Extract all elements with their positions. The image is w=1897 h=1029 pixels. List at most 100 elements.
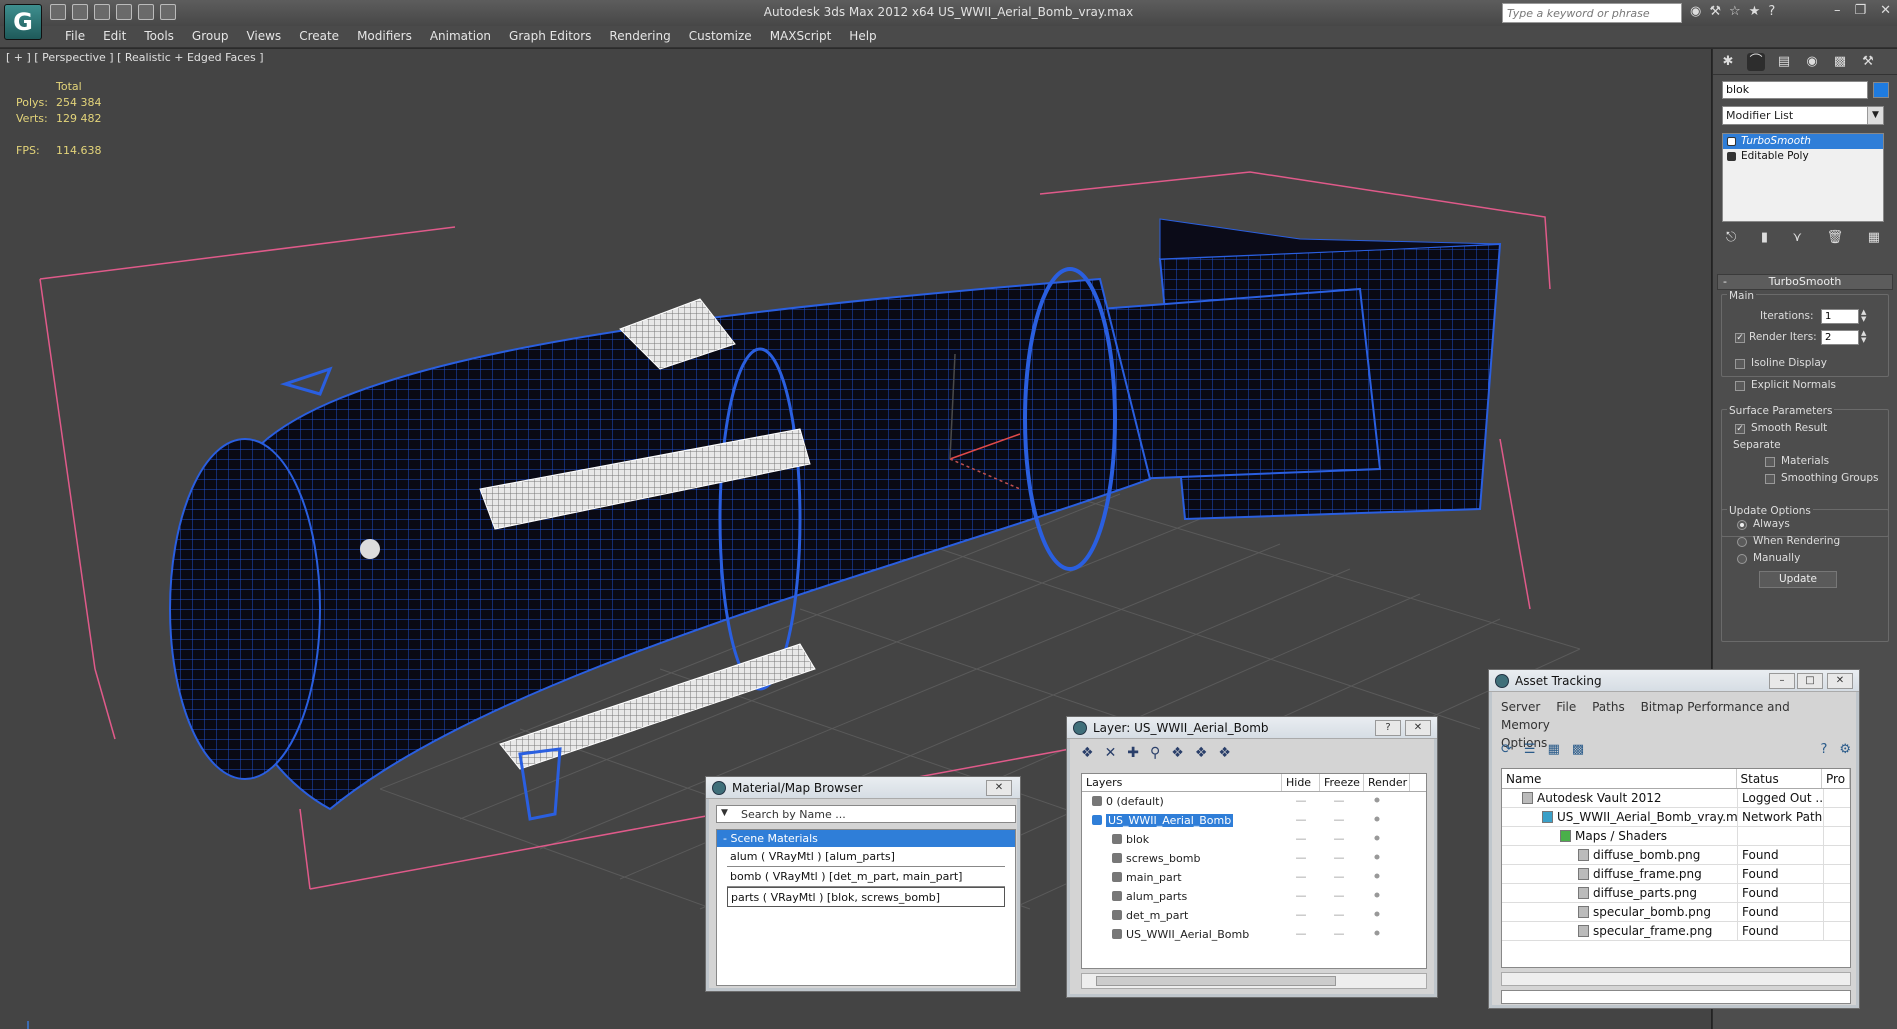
wrench-icon[interactable]: ⚒ — [1709, 4, 1721, 19]
search-input[interactable]: Type a keyword or phrase — [1502, 3, 1682, 23]
menu-server[interactable]: Server — [1501, 700, 1540, 714]
chevron-down-icon[interactable]: ▼ — [1867, 107, 1883, 124]
teapot-icon[interactable]: ⚫ — [1358, 925, 1396, 944]
create-layer-icon[interactable]: ❖ — [1081, 745, 1094, 761]
freeze-toggle[interactable]: — — [1320, 887, 1358, 906]
app-logo[interactable]: G — [4, 4, 42, 40]
help-icon[interactable]: ? — [1375, 720, 1401, 736]
close-icon[interactable]: ✕ — [986, 780, 1012, 796]
menu-file[interactable]: File — [1556, 700, 1576, 714]
layer-row[interactable]: screws_bomb — — ⚫ — [1082, 849, 1426, 868]
menu-tools[interactable]: Tools — [135, 29, 183, 43]
satellite-icon[interactable]: ☆ — [1729, 4, 1741, 19]
thumbnail-view-icon[interactable]: ▦ — [1548, 742, 1560, 764]
expand-icon[interactable] — [1727, 152, 1736, 161]
hide-toggle[interactable]: — — [1282, 830, 1320, 849]
utilities-tab-icon[interactable]: ⚒ — [1859, 53, 1877, 71]
asset-path-field[interactable] — [1501, 990, 1851, 1004]
select-objects-icon[interactable]: ⚲ — [1150, 745, 1160, 761]
help-icon[interactable]: ? — [1820, 742, 1827, 764]
menu-animation[interactable]: Animation — [421, 29, 500, 43]
smoothing-groups-checkbox[interactable] — [1765, 474, 1775, 484]
teapot-icon[interactable]: ⚫ — [1358, 849, 1396, 868]
table-view-icon[interactable]: ▩ — [1572, 742, 1584, 764]
stack-item-turbosmooth[interactable]: TurboSmooth — [1723, 134, 1883, 149]
layer-row[interactable]: 0 (default) — — ⚫ — [1082, 792, 1426, 811]
pin-stack-icon[interactable]: ⎋ — [1726, 230, 1736, 250]
menu-create[interactable]: Create — [290, 29, 348, 43]
modify-tab-icon[interactable]: ⌒ — [1747, 53, 1765, 71]
object-name-field[interactable]: blok — [1722, 81, 1868, 99]
menu-paths[interactable]: Paths — [1592, 700, 1625, 714]
scrollbar-thumb[interactable] — [1096, 976, 1336, 986]
asset-row[interactable]: specular_frame.png Found — [1502, 922, 1850, 941]
hide-toggle[interactable]: — — [1282, 887, 1320, 906]
menu-bitmap-performance[interactable]: Bitmap Performance and Memory — [1501, 700, 1790, 732]
layer-row[interactable]: US_WWII_Aerial_Bomb — — ⚫ — [1082, 811, 1426, 830]
render-iters-spinner[interactable]: 2 — [1821, 330, 1859, 345]
layer-row[interactable]: det_m_part — — ⚫ — [1082, 906, 1426, 925]
settings-icon[interactable]: ⚙ — [1839, 742, 1851, 764]
menu-file[interactable]: File — [56, 29, 94, 43]
asset-row[interactable]: Autodesk Vault 2012 Logged Out ... — [1502, 789, 1850, 808]
material-item-alum[interactable]: alum ( VRayMtl ) [alum_parts] — [727, 847, 1005, 867]
column-hide[interactable]: Hide — [1282, 774, 1320, 791]
refresh-icon[interactable]: ⟳ — [1501, 742, 1512, 764]
layer-row[interactable]: alum_parts — — ⚫ — [1082, 887, 1426, 906]
teapot-icon[interactable]: ⚫ — [1358, 868, 1396, 887]
dialog-title-bar[interactable]: Asset Tracking – □ ✕ — [1489, 670, 1859, 692]
menu-edit[interactable]: Edit — [94, 29, 135, 43]
asset-row[interactable]: US_WWII_Aerial_Bomb_vray.max Network Pat… — [1502, 808, 1850, 827]
iterations-spinner[interactable]: 1 — [1821, 309, 1859, 324]
maximize-icon[interactable]: □ — [1797, 673, 1823, 689]
freeze-toggle[interactable]: — — [1320, 811, 1358, 830]
freeze-toggle[interactable]: — — [1320, 925, 1358, 944]
help-icon[interactable]: ? — [1768, 4, 1775, 19]
menu-group[interactable]: Group — [183, 29, 238, 43]
spinner-arrows-icon[interactable]: ▲ ▼ — [1861, 309, 1869, 324]
material-item-bomb[interactable]: bomb ( VRayMtl ) [det_m_part, main_part] — [727, 867, 1005, 887]
viewport-label[interactable]: [ + ] [ Perspective ] [ Realistic + Edge… — [6, 51, 264, 64]
teapot-icon[interactable]: ⚫ — [1358, 830, 1396, 849]
menu-modifiers[interactable]: Modifiers — [348, 29, 421, 43]
hide-toggle[interactable]: — — [1282, 906, 1320, 925]
dialog-title-bar[interactable]: Material/Map Browser ✕ — [706, 777, 1020, 799]
restore-icon[interactable]: ❐ — [1854, 3, 1866, 18]
highlight-layer-icon[interactable]: ❖ — [1171, 745, 1184, 761]
column-layers[interactable]: Layers — [1082, 774, 1282, 791]
materials-checkbox[interactable] — [1765, 457, 1775, 467]
asset-row[interactable]: diffuse_frame.png Found — [1502, 865, 1850, 884]
material-item-parts[interactable]: parts ( VRayMtl ) [blok, screws_bomb] — [727, 887, 1005, 907]
asset-row[interactable]: diffuse_parts.png Found — [1502, 884, 1850, 903]
freeze-toggle[interactable]: — — [1320, 849, 1358, 868]
configure-sets-icon[interactable]: ▦ — [1868, 230, 1880, 250]
layer-row[interactable]: blok — — ⚫ — [1082, 830, 1426, 849]
column-name[interactable]: Name — [1502, 769, 1737, 788]
close-icon[interactable]: ✕ — [1827, 673, 1853, 689]
asset-row[interactable]: Maps / Shaders — [1502, 827, 1850, 846]
freeze-toggle[interactable]: — — [1320, 792, 1358, 811]
asset-row[interactable]: specular_bomb.png Found — [1502, 903, 1850, 922]
always-radio[interactable] — [1737, 520, 1747, 530]
teapot-icon[interactable]: ⚫ — [1358, 887, 1396, 906]
layer-row[interactable]: US_WWII_Aerial_Bomb — — ⚫ — [1082, 925, 1426, 944]
explicit-normals-checkbox[interactable] — [1735, 381, 1745, 391]
dialog-title-bar[interactable]: Layer: US_WWII_Aerial_Bomb ? ✕ — [1067, 717, 1437, 739]
menu-customize[interactable]: Customize — [680, 29, 761, 43]
menu-maxscript[interactable]: MAXScript — [761, 29, 841, 43]
teapot-icon[interactable]: ⚫ — [1358, 792, 1396, 811]
material-search-input[interactable]: ▼ Search by Name ... — [716, 805, 1016, 823]
show-end-result-icon[interactable]: ▮ — [1761, 230, 1768, 250]
lightbulb-icon[interactable] — [1727, 137, 1736, 146]
menu-help[interactable]: Help — [840, 29, 885, 43]
freeze-all-icon[interactable]: ❖ — [1218, 745, 1231, 761]
horizontal-scrollbar[interactable] — [1501, 972, 1851, 986]
hide-toggle[interactable]: — — [1282, 925, 1320, 944]
hide-toggle[interactable]: — — [1282, 811, 1320, 830]
create-tab-icon[interactable]: ✱ — [1719, 53, 1737, 71]
close-icon[interactable]: ✕ — [1880, 3, 1891, 18]
freeze-toggle[interactable]: — — [1320, 830, 1358, 849]
isoline-display-checkbox[interactable] — [1735, 359, 1745, 369]
modifier-list-dropdown[interactable]: Modifier List ▼ — [1722, 106, 1884, 125]
when-rendering-radio[interactable] — [1737, 537, 1747, 547]
